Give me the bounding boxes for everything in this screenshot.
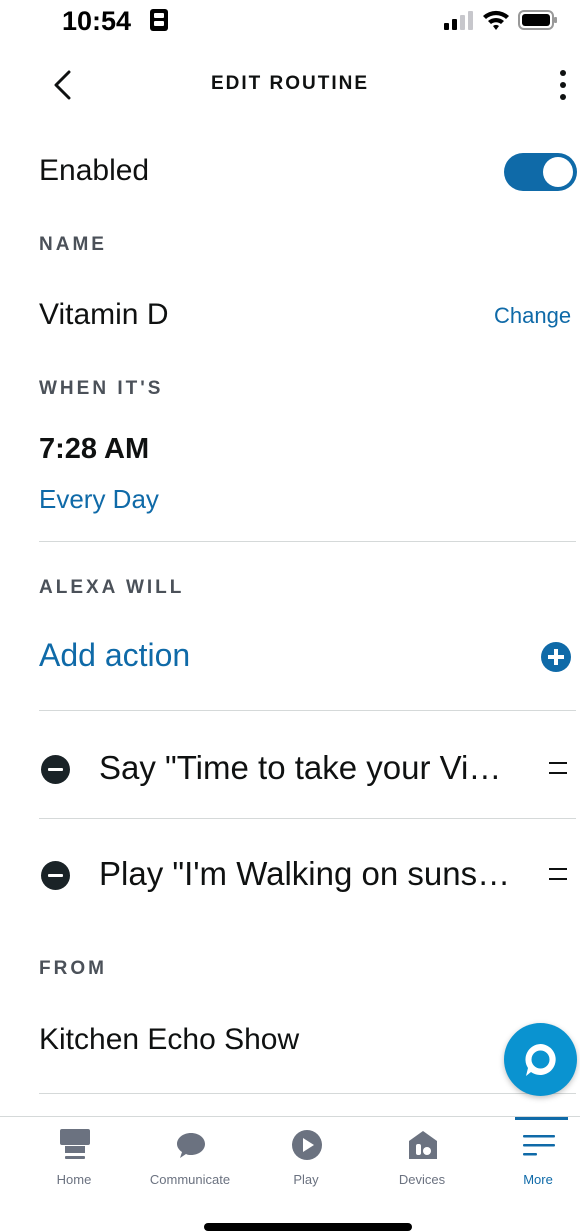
signal-icon <box>444 11 473 30</box>
divider <box>39 818 576 819</box>
battery-icon <box>518 10 557 30</box>
tab-label: Devices <box>398 1172 446 1187</box>
tab-label: More <box>523 1172 553 1187</box>
drag-handle-icon[interactable] <box>549 868 567 882</box>
chat-bubble-icon <box>177 1133 205 1158</box>
tab-more[interactable]: More <box>480 1117 580 1197</box>
home-icon <box>60 1129 90 1159</box>
more-options-icon[interactable] <box>556 70 570 102</box>
name-section-heading: NAME <box>39 234 107 255</box>
bottom-tab-bar: Home Communicate Play Devices More <box>0 1116 580 1197</box>
tab-devices[interactable]: Devices <box>364 1117 480 1197</box>
wifi-icon <box>483 10 509 30</box>
drag-handle-icon[interactable] <box>549 762 567 776</box>
tab-home[interactable]: Home <box>16 1117 132 1197</box>
change-name-link[interactable]: Change <box>494 303 571 329</box>
divider <box>39 541 576 542</box>
enabled-label: Enabled <box>39 154 150 187</box>
when-section-heading: WHEN IT'S <box>39 378 164 399</box>
trigger-repeat[interactable]: Every Day <box>39 484 159 515</box>
tab-play[interactable]: Play <box>248 1117 364 1197</box>
action-item-label[interactable]: Say "Time to take your Vi… <box>99 749 501 787</box>
enabled-toggle[interactable] <box>504 153 577 191</box>
sim-card-icon <box>150 9 168 31</box>
divider <box>39 710 576 711</box>
page-title: EDIT ROUTINE <box>210 73 370 94</box>
alexa-voice-button[interactable] <box>504 1023 577 1096</box>
alexa-ring-icon <box>525 1044 556 1076</box>
tab-label: Play <box>293 1172 319 1187</box>
status-time: 10:54 <box>62 6 132 36</box>
from-device[interactable]: Kitchen Echo Show <box>39 1023 299 1057</box>
hamburger-icon <box>523 1135 555 1156</box>
remove-action-icon[interactable] <box>41 755 70 784</box>
remove-action-icon[interactable] <box>41 861 70 890</box>
add-action-button[interactable]: Add action <box>39 637 190 674</box>
add-action-plus-icon[interactable] <box>541 642 571 672</box>
tab-label: Communicate <box>149 1172 231 1187</box>
routine-name: Vitamin D <box>39 298 169 331</box>
tab-communicate[interactable]: Communicate <box>132 1117 248 1197</box>
actions-section-heading: ALEXA WILL <box>39 577 185 598</box>
tab-label: Home <box>56 1172 92 1187</box>
from-section-heading: FROM <box>39 958 107 979</box>
trigger-time[interactable]: 7:28 AM <box>39 433 149 466</box>
home-indicator <box>204 1223 412 1231</box>
devices-icon <box>409 1131 437 1159</box>
divider <box>39 1093 576 1094</box>
play-icon <box>292 1130 322 1160</box>
action-item-label[interactable]: Play "I'm Walking on suns… <box>99 855 510 893</box>
